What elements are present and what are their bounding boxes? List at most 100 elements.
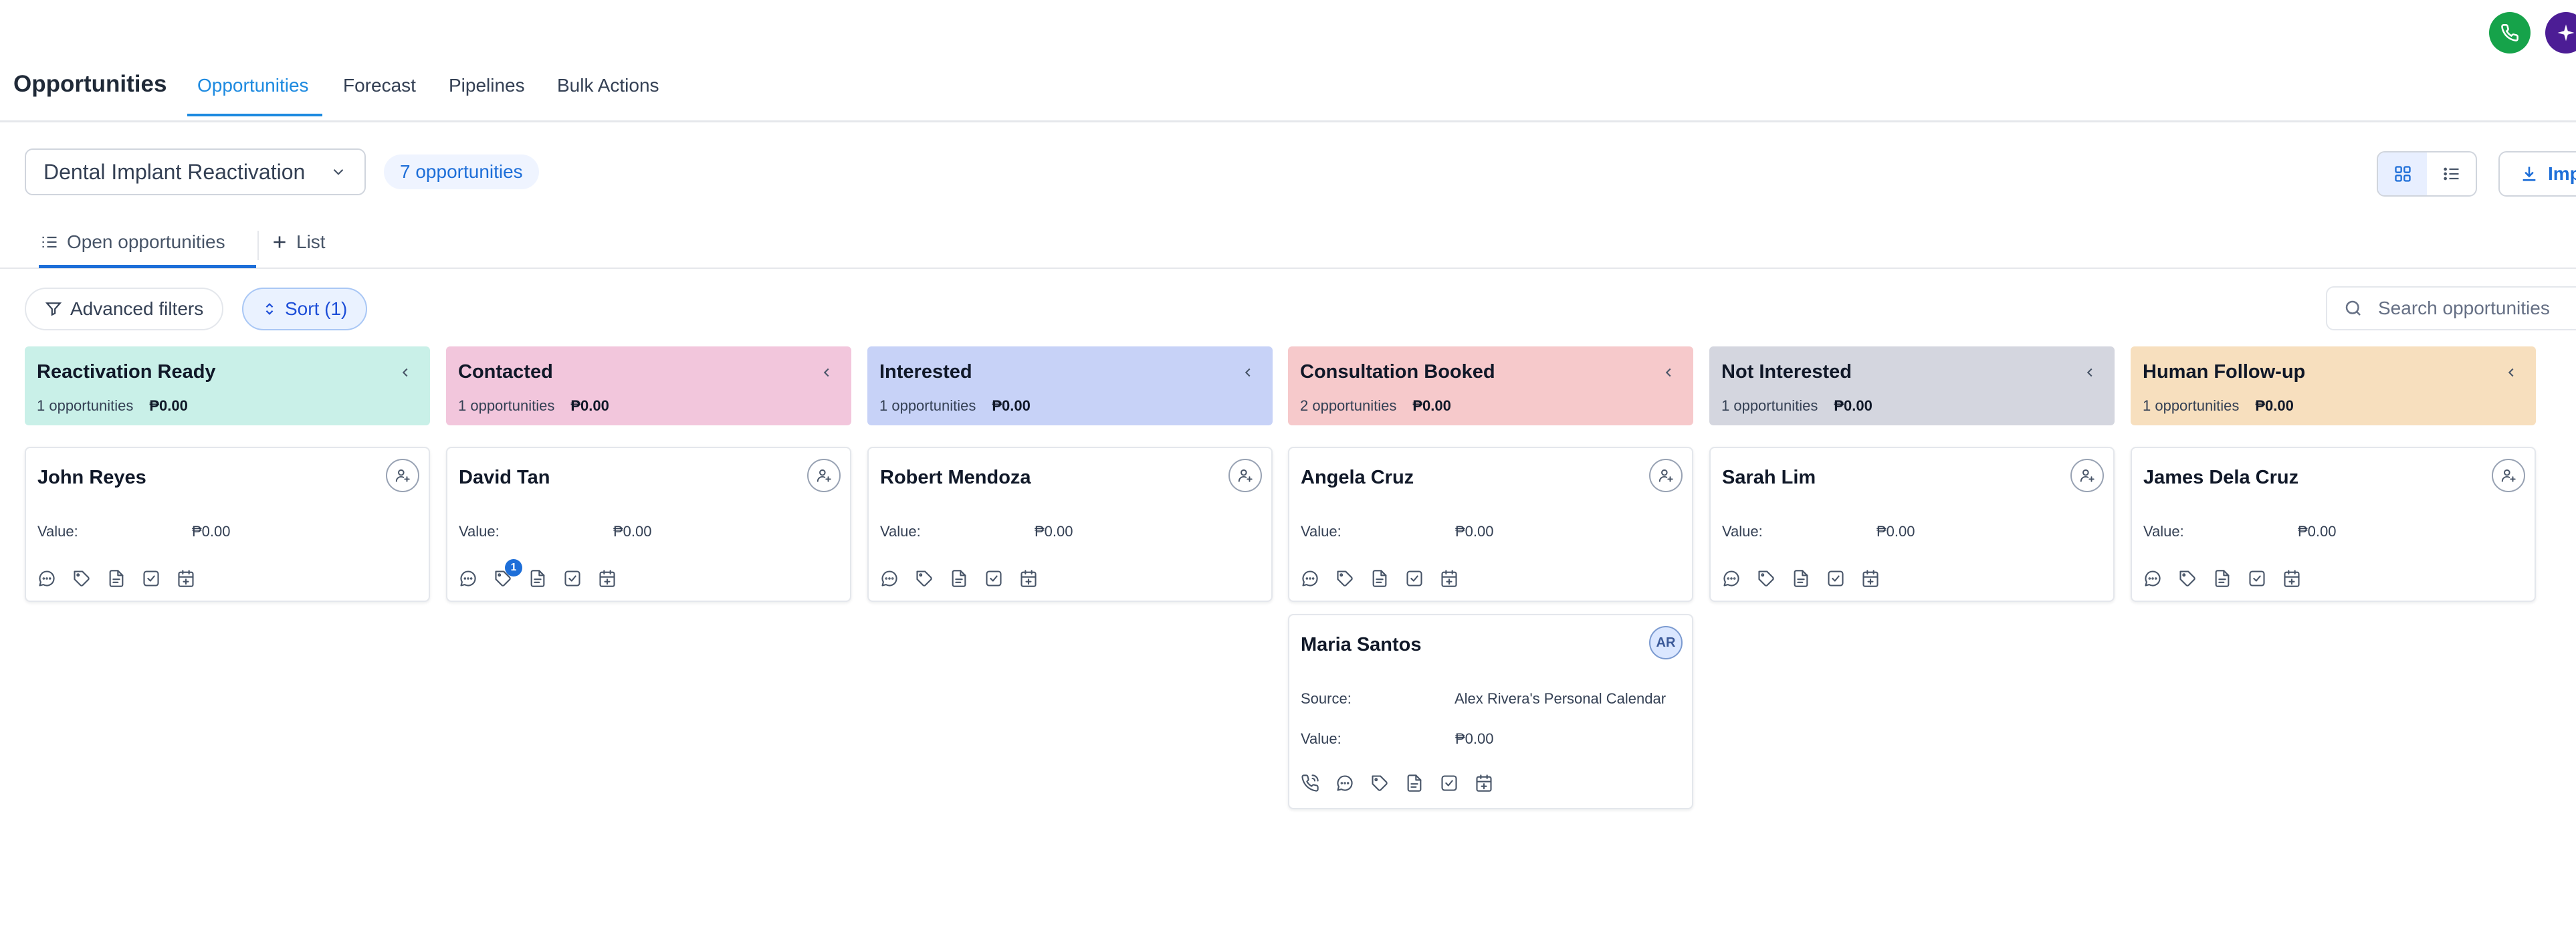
task-icon[interactable] [1404,568,1424,589]
tag-icon[interactable] [1756,568,1776,589]
opportunity-card[interactable]: Maria Santos AR Source: Alex Rivera's Pe… [1288,614,1693,809]
pipeline-select[interactable]: Dental Implant Reactivation [25,148,366,195]
notes-icon[interactable] [1404,773,1424,793]
tag-icon[interactable] [914,568,934,589]
subtab-label: List [296,231,326,252]
grid-view-button[interactable] [2378,152,2427,195]
opportunity-card[interactable]: David Tan Value: ₱0.00 1 [446,447,851,602]
card-name: Robert Mendoza [880,467,1031,488]
tab-pipelines[interactable]: Pipelines [449,75,525,96]
value-label: Value: [1722,523,1763,540]
tag-icon[interactable] [2177,568,2197,589]
value-amount: ₱0.00 [1455,523,1494,540]
column-amount: ₱0.00 [992,397,1031,414]
notes-icon[interactable] [1370,568,1390,589]
tag-icon[interactable] [1370,773,1390,793]
conversation-icon[interactable] [37,568,57,589]
appointment-icon[interactable] [2282,568,2302,589]
opportunity-count-badge: 7 opportunities [384,154,539,189]
collapse-column-button[interactable] [2504,365,2518,380]
assign-user-button[interactable] [1649,459,1683,492]
appointment-icon[interactable] [1439,568,1459,589]
appointment-icon[interactable] [597,568,617,589]
assign-user-button[interactable] [807,459,841,492]
card-actions [2143,568,2302,589]
collapse-column-button[interactable] [819,365,834,380]
task-icon[interactable] [562,568,582,589]
user-icon [815,467,833,484]
conversation-icon[interactable] [1721,568,1741,589]
collapse-column-button[interactable] [398,365,413,380]
opportunity-card[interactable]: James Dela Cruz Value: ₱0.00 [2131,447,2536,602]
tab-opportunities[interactable]: Opportunities [197,75,309,96]
active-tab-indicator [187,114,322,116]
tag-icon[interactable] [1335,568,1355,589]
sort-button[interactable]: Sort (1) [242,288,368,330]
notes-icon[interactable] [949,568,969,589]
conversation-icon[interactable] [458,568,478,589]
user-icon [2500,467,2517,484]
conversation-icon[interactable] [1335,773,1355,793]
list-icon [40,233,59,251]
notes-icon[interactable] [106,568,126,589]
phone-call-button[interactable] [2489,12,2531,54]
assign-user-button[interactable] [2492,459,2525,492]
assignee-avatar[interactable]: AR [1649,626,1683,659]
opportunity-card[interactable]: Robert Mendoza Value: ₱0.00 [867,447,1273,602]
column-amount: ₱0.00 [2255,397,2294,414]
assign-user-button[interactable] [2070,459,2104,492]
import-button[interactable]: Imp [2498,151,2576,197]
phone-icon [2500,23,2519,42]
ai-assistant-button[interactable] [2545,12,2576,54]
user-icon [2078,467,2096,484]
column-summary: 1 opportunities ₱0.00 [37,397,188,415]
collapse-column-button[interactable] [1661,365,1676,380]
chevron-left-icon [2086,368,2092,377]
tag-icon[interactable]: 1 [493,559,522,589]
column-summary: 1 opportunities ₱0.00 [458,397,609,415]
appointment-icon[interactable] [1474,773,1494,793]
card-actions [1721,568,1881,589]
column-title: Human Follow-up [2143,361,2306,383]
tab-bulk-actions[interactable]: Bulk Actions [557,75,659,96]
assign-user-button[interactable] [1228,459,1262,492]
call-icon[interactable] [1300,773,1320,793]
opportunity-card[interactable]: Angela Cruz Value: ₱0.00 [1288,447,1693,602]
value-label: Value: [1301,730,1341,747]
tab-forecast[interactable]: Forecast [343,75,416,96]
notes-icon[interactable] [528,568,548,589]
conversation-icon[interactable] [879,568,899,589]
collapse-column-button[interactable] [2082,365,2097,380]
filter-icon [45,300,62,318]
subtab-open-opportunities[interactable]: Open opportunities [40,231,225,253]
card-name: Sarah Lim [1722,467,1816,488]
task-icon[interactable] [984,568,1004,589]
column-count: 1 opportunities [879,397,976,414]
column-amount: ₱0.00 [1834,397,1872,414]
grid-icon [2393,165,2412,183]
appointment-icon[interactable] [1018,568,1039,589]
conversation-icon[interactable] [1300,568,1320,589]
task-icon[interactable] [1826,568,1846,589]
notes-icon[interactable] [2212,568,2232,589]
search-icon [2343,298,2363,318]
advanced-filters-button[interactable]: Advanced filters [25,288,224,330]
notes-icon[interactable] [1791,568,1811,589]
user-icon [1237,467,1254,484]
column-title: Reactivation Ready [37,361,216,383]
appointment-icon[interactable] [176,568,196,589]
opportunity-card[interactable]: Sarah Lim Value: ₱0.00 [1709,447,2115,602]
collapse-column-button[interactable] [1241,365,1255,380]
conversation-icon[interactable] [2143,568,2163,589]
column-amount: ₱0.00 [570,397,609,414]
search-input[interactable]: Search opportunities [2326,286,2576,330]
list-view-button[interactable] [2427,152,2476,195]
task-icon[interactable] [1439,773,1459,793]
assign-user-button[interactable] [386,459,419,492]
task-icon[interactable] [2247,568,2267,589]
task-icon[interactable] [141,568,161,589]
appointment-icon[interactable] [1860,568,1881,589]
opportunity-card[interactable]: John Reyes Value: ₱0.00 [25,447,430,602]
tag-icon[interactable] [72,568,92,589]
subtab-add-list[interactable]: List [271,231,326,253]
